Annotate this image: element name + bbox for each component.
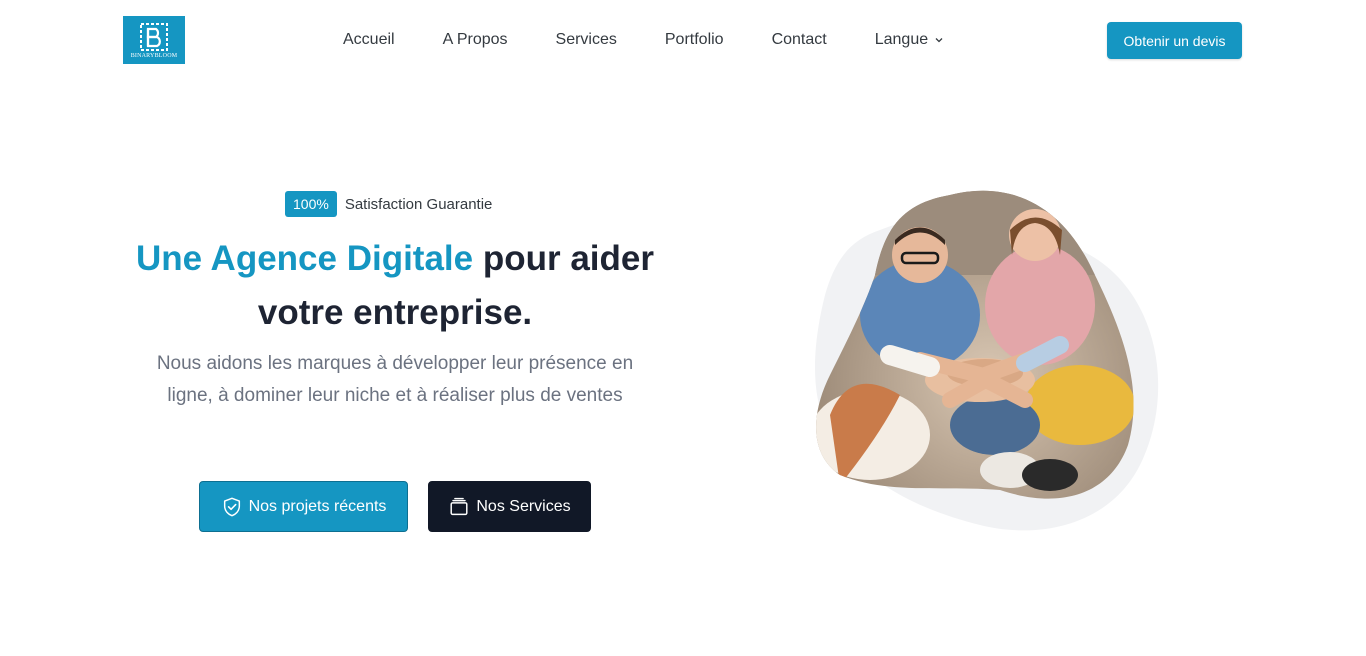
nav-item-accueil[interactable]: Accueil	[343, 30, 395, 50]
logo-text: BINARYBLOOM	[130, 52, 178, 59]
satisfaction-badge: 100%	[285, 191, 337, 217]
hero-subtitle-line1: Nous aidons les marques à développer leu…	[156, 353, 634, 374]
hero-subtitle-line2: ligne, à dominer leur niche et à réalise…	[167, 385, 623, 406]
hero-title-line2: votre entreprise.	[257, 293, 533, 332]
our-services-button[interactable]: Nos Services	[428, 481, 591, 532]
chevron-down-icon	[935, 38, 943, 43]
our-services-label: Nos Services	[476, 497, 571, 515]
shield-check-icon	[223, 497, 240, 516]
satisfaction-label: Satisfaction Guarantie	[344, 195, 493, 213]
site-header: BINARYBLOOM Accueil A Propos Services Po…	[0, 0, 1366, 80]
nav-item-a-propos[interactable]: A Propos	[443, 30, 508, 50]
recent-projects-button[interactable]: Nos projets récents	[199, 481, 408, 532]
hero-title-rest: pour aider	[473, 239, 654, 278]
hero-team-image	[815, 190, 1159, 531]
logo-mark-icon	[140, 22, 168, 51]
folder-icon	[450, 497, 468, 515]
brand-logo[interactable]: BINARYBLOOM	[123, 16, 185, 64]
nav-item-contact[interactable]: Contact	[772, 30, 827, 50]
get-quote-button[interactable]: Obtenir un devis	[1107, 22, 1242, 59]
langue-label: Langue	[874, 31, 929, 48]
satisfaction-badge-row: 100% Satisfaction Guarantie	[285, 191, 492, 217]
recent-projects-label: Nos projets récents	[248, 497, 387, 515]
hero-title: Une Agence Digitale pour aider votre ent…	[110, 232, 680, 340]
nav-item-langue[interactable]: Langue	[875, 30, 944, 50]
main-nav: Accueil A Propos Services Portfolio Cont…	[343, 30, 944, 50]
nav-item-services[interactable]: Services	[556, 30, 617, 50]
nav-item-portfolio[interactable]: Portfolio	[665, 30, 724, 50]
hero-subtitle: Nous aidons les marques à développer leu…	[130, 348, 660, 412]
hero-title-accent: Une Agence Digitale	[136, 239, 474, 278]
